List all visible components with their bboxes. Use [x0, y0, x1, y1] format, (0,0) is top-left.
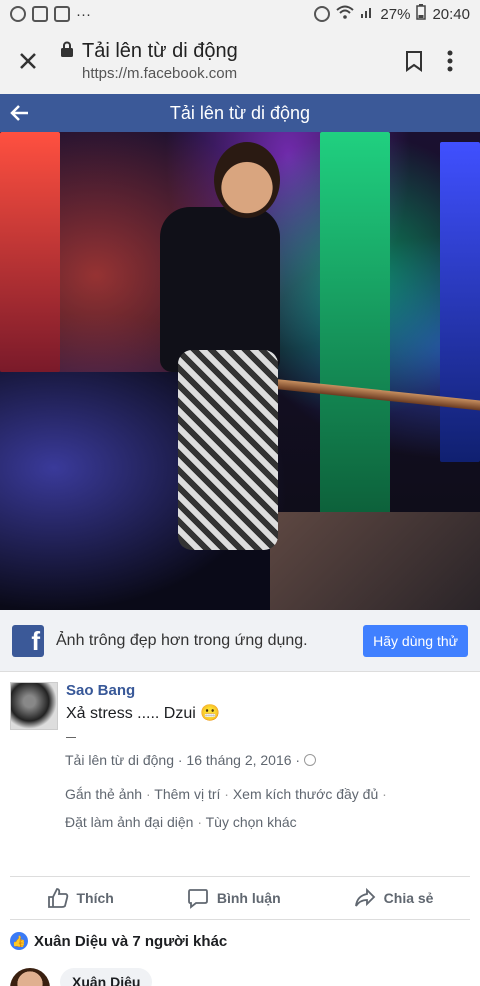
- caption-divider: [66, 737, 76, 738]
- like-label: Thích: [76, 890, 114, 906]
- make-profile-picture-link[interactable]: Đặt làm ảnh đại diện: [65, 814, 193, 830]
- instagram-icon: [10, 6, 26, 22]
- light-pillar-blue: [440, 142, 480, 462]
- more-notifications-indicator: ···: [76, 5, 91, 23]
- comment-author[interactable]: Xuân Diệu: [60, 968, 153, 986]
- comment-label: Bình luận: [216, 890, 281, 906]
- post-caption: Xả stress ..... Dzui 😬: [66, 705, 221, 722]
- add-location-link[interactable]: Thêm vị trí: [154, 786, 220, 802]
- alarm-icon: [314, 6, 331, 22]
- comment-button[interactable]: Bình luận: [187, 887, 281, 909]
- wifi-icon: [336, 5, 355, 23]
- commenter-avatar[interactable]: [10, 968, 50, 986]
- close-icon: [20, 53, 36, 69]
- tag-photo-link[interactable]: Gắn thẻ ảnh: [65, 786, 142, 802]
- facebook-logo-icon: f: [12, 624, 44, 657]
- overflow-menu-button[interactable]: [432, 43, 468, 79]
- header-title: Tải lên từ di động: [169, 102, 311, 123]
- gallery-icon: [32, 6, 48, 22]
- like-reaction-icon: 👍: [10, 932, 28, 950]
- author-name[interactable]: Sao Bang: [66, 682, 220, 699]
- reactions-text: Xuân Diệu và 7 người khác: [34, 932, 228, 950]
- page-url: https://m.facebook.com: [82, 65, 238, 82]
- post-meta-text: Tải lên từ di động · 16 tháng 2, 2016 ·: [65, 752, 301, 768]
- clock: 20:40: [432, 5, 470, 23]
- share-button[interactable]: Chia sẻ: [354, 887, 434, 909]
- reactions-summary[interactable]: 👍 Xuân Diệu và 7 người khác: [0, 920, 480, 962]
- share-icon: [354, 887, 375, 907]
- promo-text: Ảnh trông đẹp hơn trong ứng dụng.: [56, 631, 308, 649]
- close-tab-button[interactable]: [12, 45, 44, 77]
- view-full-size-link[interactable]: Xem kích thước đầy đủ: [233, 786, 378, 802]
- more-options-link[interactable]: Tùy chọn khác: [206, 814, 297, 830]
- person-torso: [160, 207, 280, 372]
- light-pillar-left: [0, 132, 60, 372]
- like-button[interactable]: Thích: [47, 887, 114, 909]
- page-title: Tải lên từ di động: [82, 40, 238, 62]
- action-bar: Thích Bình luận Chia sẻ: [10, 876, 470, 920]
- comment-icon: [187, 889, 208, 909]
- thumbs-up-icon: [47, 888, 68, 908]
- status-bar: ··· 27% 20:40: [0, 0, 480, 28]
- bookmark-icon: [406, 51, 422, 72]
- post-header: Sao Bang Xả stress ..... Dzui 😬: [0, 672, 480, 738]
- signal-icon: [360, 5, 374, 23]
- share-label: Chia sẻ: [383, 890, 434, 906]
- address-bar[interactable]: Tải lên từ di động https://m.facebook.co…: [60, 40, 396, 82]
- back-button[interactable]: [0, 94, 40, 132]
- comment-item: Xuân Diệu: [0, 962, 480, 986]
- author-avatar[interactable]: [10, 682, 58, 730]
- arrow-left-icon: [10, 105, 28, 121]
- facebook-notif-icon: [54, 6, 70, 22]
- post-meta: Tải lên từ di động · 16 tháng 2, 2016 ·: [65, 752, 480, 768]
- bookmark-button[interactable]: [396, 43, 432, 79]
- light-pillar-green: [320, 132, 390, 572]
- person-legs: [178, 350, 278, 550]
- person-head: [214, 142, 280, 218]
- battery-level: 27%: [380, 5, 411, 23]
- facebook-header: Tải lên từ di động: [0, 94, 480, 132]
- lock-icon: [60, 40, 74, 63]
- more-vert-icon: [447, 50, 453, 72]
- try-app-button[interactable]: Hãy dùng thử: [363, 624, 468, 657]
- globe-icon: [304, 754, 317, 766]
- browser-toolbar: Tải lên từ di động https://m.facebook.co…: [0, 28, 480, 94]
- post-photo[interactable]: [0, 132, 480, 610]
- photo-options: Gắn thẻ ảnh · Thêm vị trí · Xem kích thư…: [65, 786, 387, 830]
- battery-icon: [416, 4, 427, 24]
- app-promo-banner: f Ảnh trông đẹp hơn trong ứng dụng. Hãy …: [0, 610, 480, 672]
